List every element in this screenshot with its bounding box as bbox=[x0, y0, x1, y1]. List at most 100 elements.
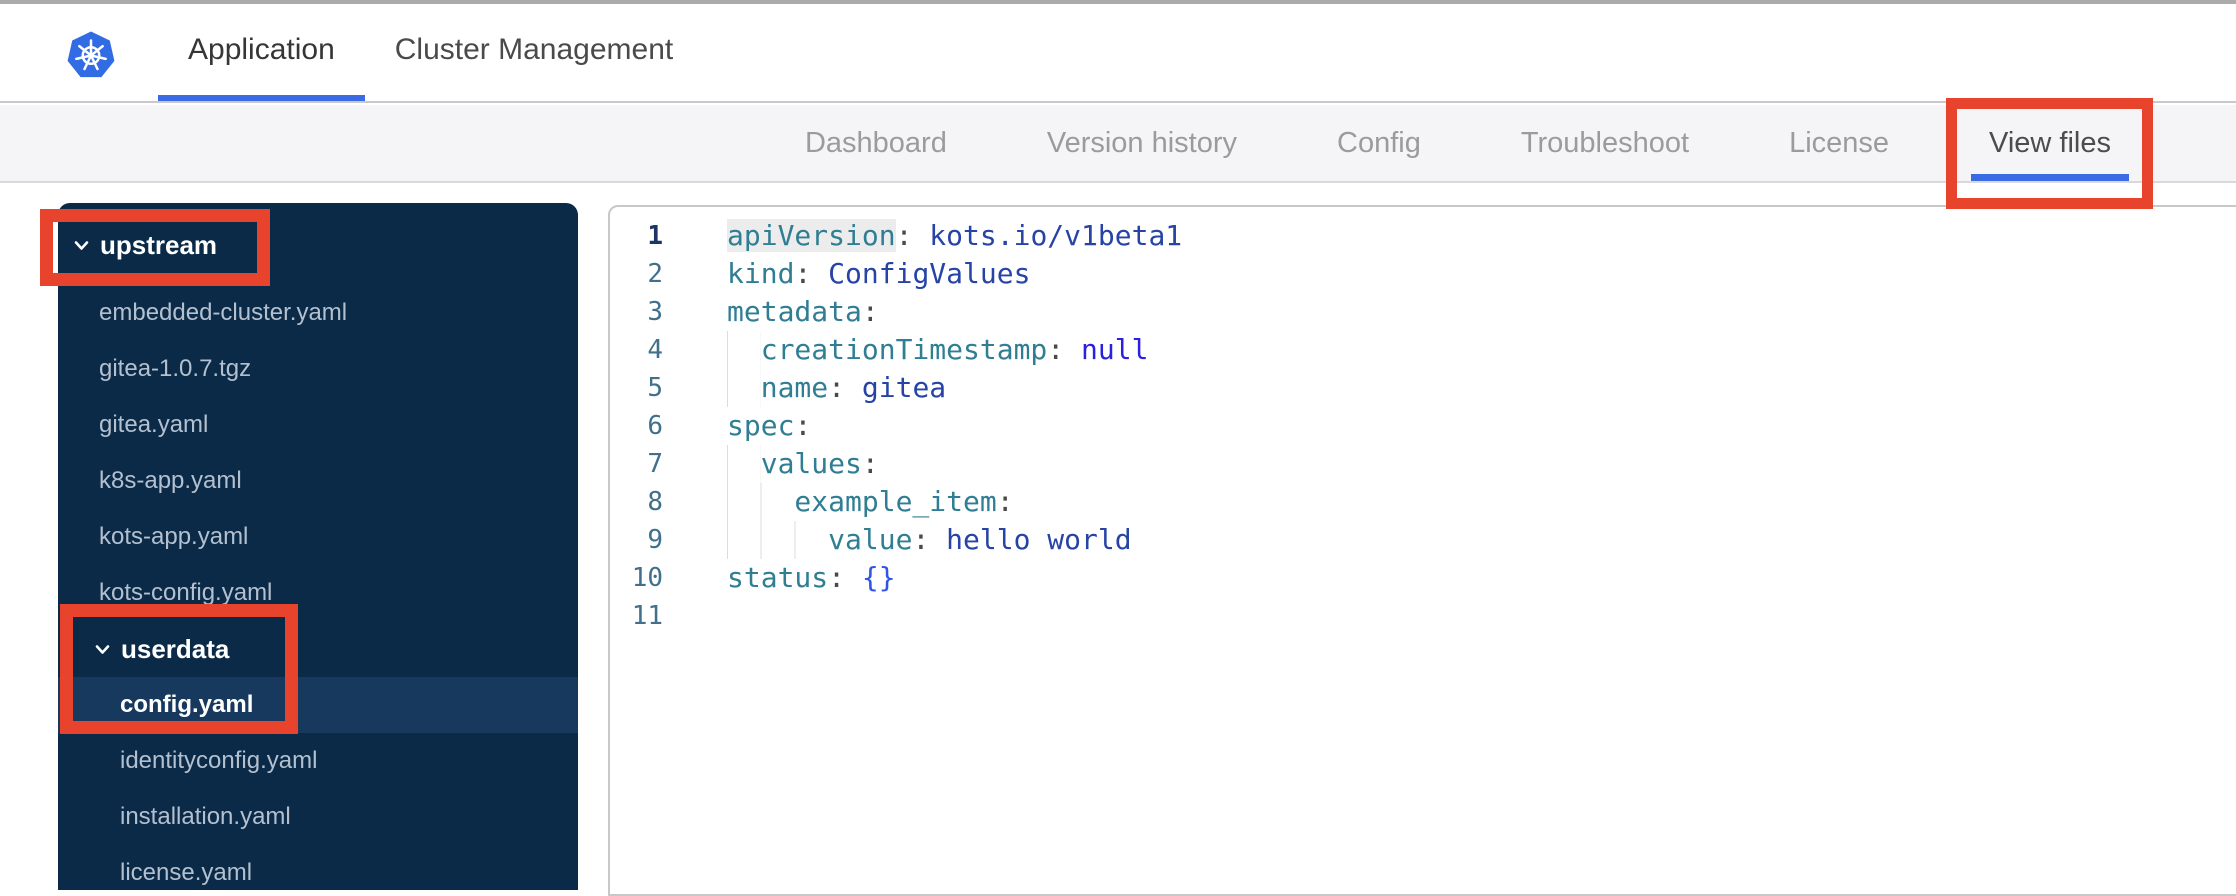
tree-item-identityconfig-yaml[interactable]: identityconfig.yaml bbox=[58, 733, 578, 789]
nav-item-view-files[interactable]: View files bbox=[1939, 105, 2161, 181]
code-line-text: kind: ConfigValues bbox=[727, 255, 1031, 293]
code-line-text: metadata: bbox=[727, 293, 879, 331]
line-number: 6 bbox=[647, 411, 663, 441]
line-number: 10 bbox=[631, 563, 663, 593]
tree-item-license-yaml[interactable]: license.yaml bbox=[58, 845, 578, 890]
chevron-down-icon bbox=[73, 237, 90, 254]
code-line-text: status: {} bbox=[727, 559, 896, 597]
topbar-tabs: Application Cluster Management bbox=[158, 4, 703, 101]
top-bar: Application Cluster Management bbox=[0, 4, 2236, 103]
tab-application[interactable]: Application bbox=[158, 4, 365, 101]
yaml-token-brace: {} bbox=[861, 561, 896, 594]
line-number: 11 bbox=[631, 601, 663, 631]
tree-item-k8s-app-yaml[interactable]: k8s-app.yaml bbox=[58, 453, 578, 509]
tree-item-label: license.yaml bbox=[120, 859, 253, 886]
yaml-token-key: spec bbox=[727, 409, 795, 442]
yaml-token-key: metadata bbox=[727, 295, 862, 328]
line-number: 2 bbox=[647, 259, 663, 289]
tree-item-upstream[interactable]: upstream bbox=[58, 217, 578, 273]
line-number: 3 bbox=[647, 297, 663, 327]
tree-item-userdata[interactable]: userdata bbox=[58, 621, 578, 677]
yaml-token-punct: : bbox=[996, 485, 1014, 518]
tree-item-label: kots-app.yaml bbox=[99, 523, 249, 550]
code-line-3: 3 metadata: bbox=[610, 293, 2236, 331]
nav-item-label: License bbox=[1789, 126, 1890, 159]
yaml-token-punct: : bbox=[1047, 333, 1082, 366]
nav-item-license[interactable]: License bbox=[1739, 105, 1939, 181]
tree-item-config-yaml[interactable]: config.yaml bbox=[58, 677, 578, 733]
line-number: 9 bbox=[647, 525, 663, 555]
yaml-token-punct: : bbox=[861, 447, 879, 480]
code-line-text: values: bbox=[727, 445, 879, 483]
yaml-token-key: status bbox=[727, 561, 829, 594]
kubernetes-logo-icon bbox=[66, 29, 116, 82]
nav-item-label: View files bbox=[1989, 126, 2111, 159]
nav-item-troubleshoot[interactable]: Troubleshoot bbox=[1471, 105, 1739, 181]
code-line-8: 8 example_item: bbox=[610, 483, 2236, 521]
tree-item-kots-config-yaml[interactable]: kots-config.yaml bbox=[58, 565, 578, 621]
tree-item-gitea-1-0-7-tgz[interactable]: gitea-1.0.7.tgz bbox=[58, 341, 578, 397]
yaml-token-val: hello world bbox=[946, 523, 1132, 556]
code-line-10: 10 status: {} bbox=[610, 559, 2236, 597]
line-number: 8 bbox=[647, 487, 663, 517]
nav-item-dashboard[interactable]: Dashboard bbox=[755, 105, 997, 181]
tree-item-embedded-cluster-yaml[interactable]: embedded-cluster.yaml bbox=[58, 285, 578, 341]
active-tab-underline bbox=[1971, 174, 2129, 181]
tab-cluster-management[interactable]: Cluster Management bbox=[365, 4, 703, 101]
code-line-5: 5 name: gitea bbox=[610, 369, 2236, 407]
yaml-token-punct: : bbox=[912, 523, 947, 556]
yaml-token-key: example_item bbox=[727, 485, 997, 518]
secondary-nav: Dashboard Version history Config Troublesho… bbox=[0, 105, 2236, 183]
yaml-token-punct: : bbox=[895, 219, 930, 252]
nav-item-version-history[interactable]: Version history bbox=[997, 105, 1287, 181]
nav-item-config[interactable]: Config bbox=[1287, 105, 1471, 181]
yaml-token-key: kind bbox=[727, 257, 795, 290]
yaml-token-key: name bbox=[727, 371, 829, 404]
yaml-token-punct: : bbox=[828, 561, 862, 594]
yaml-token-val: kots.io/v1beta1 bbox=[929, 219, 1183, 252]
tree-item-label: kots-config.yaml bbox=[99, 579, 273, 606]
nav-item-label: Troubleshoot bbox=[1520, 126, 1690, 159]
code-line-9: 9 value: hello world bbox=[610, 521, 2236, 559]
tree-item-kots-app-yaml[interactable]: kots-app.yaml bbox=[58, 509, 578, 565]
code-line-1: 1 apiVersion: kots.io/v1beta1 bbox=[610, 217, 2236, 255]
code-line-2: 2 kind: ConfigValues bbox=[610, 255, 2236, 293]
yaml-token-key: creationTimestamp bbox=[727, 333, 1048, 366]
tree-item-label: identityconfig.yaml bbox=[120, 747, 318, 774]
code-line-6: 6 spec: bbox=[610, 407, 2236, 445]
code-line-text: creationTimestamp: null bbox=[727, 331, 1149, 369]
yaml-token-const: null bbox=[1081, 333, 1149, 366]
code-line-text: example_item: bbox=[727, 483, 1014, 521]
file-tree: upstream embedded-cluster.yaml gitea-1.0.7… bbox=[58, 203, 578, 890]
yaml-token-key: values bbox=[727, 447, 862, 480]
line-number: 7 bbox=[647, 449, 663, 479]
file-content-editor[interactable]: 1 apiVersion: kots.io/v1beta1 2 kind: Confi… bbox=[608, 205, 2236, 896]
tree-item-label: upstream bbox=[100, 229, 218, 260]
yaml-token-punct: : bbox=[861, 295, 879, 328]
tree-item-label: userdata bbox=[121, 633, 230, 664]
tree-item-label: installation.yaml bbox=[120, 803, 291, 830]
tree-item-installation-yaml[interactable]: installation.yaml bbox=[58, 789, 578, 845]
line-number: 1 bbox=[647, 221, 663, 251]
tree-item-label: k8s-app.yaml bbox=[99, 467, 242, 494]
tree-item-label: gitea-1.0.7.tgz bbox=[99, 355, 252, 382]
tree-item-gitea-yaml[interactable]: gitea.yaml bbox=[58, 397, 578, 453]
yaml-token-val: ConfigValues bbox=[828, 257, 1031, 290]
nav-item-label: Version history bbox=[1046, 126, 1238, 159]
yaml-token-punct: : bbox=[794, 409, 812, 442]
chevron-down-icon bbox=[94, 641, 111, 658]
tree-item-label: config.yaml bbox=[120, 691, 254, 718]
code-line-11: 11 bbox=[610, 597, 2236, 635]
code-line-text: name: gitea bbox=[727, 369, 947, 407]
tree-item-label: embedded-cluster.yaml bbox=[99, 299, 348, 326]
tree-item-label: gitea.yaml bbox=[99, 411, 209, 438]
line-number: 4 bbox=[647, 335, 663, 365]
yaml-token-key: apiVersion bbox=[727, 219, 896, 252]
line-number: 5 bbox=[647, 373, 663, 403]
yaml-token-punct: : bbox=[828, 371, 862, 404]
yaml-token-key: value bbox=[727, 523, 913, 556]
nav-item-label: Dashboard bbox=[804, 126, 947, 159]
nav-item-label: Config bbox=[1337, 126, 1421, 159]
code-line-text: value: hello world bbox=[727, 521, 1132, 559]
code-line-4: 4 creationTimestamp: null bbox=[610, 331, 2236, 369]
